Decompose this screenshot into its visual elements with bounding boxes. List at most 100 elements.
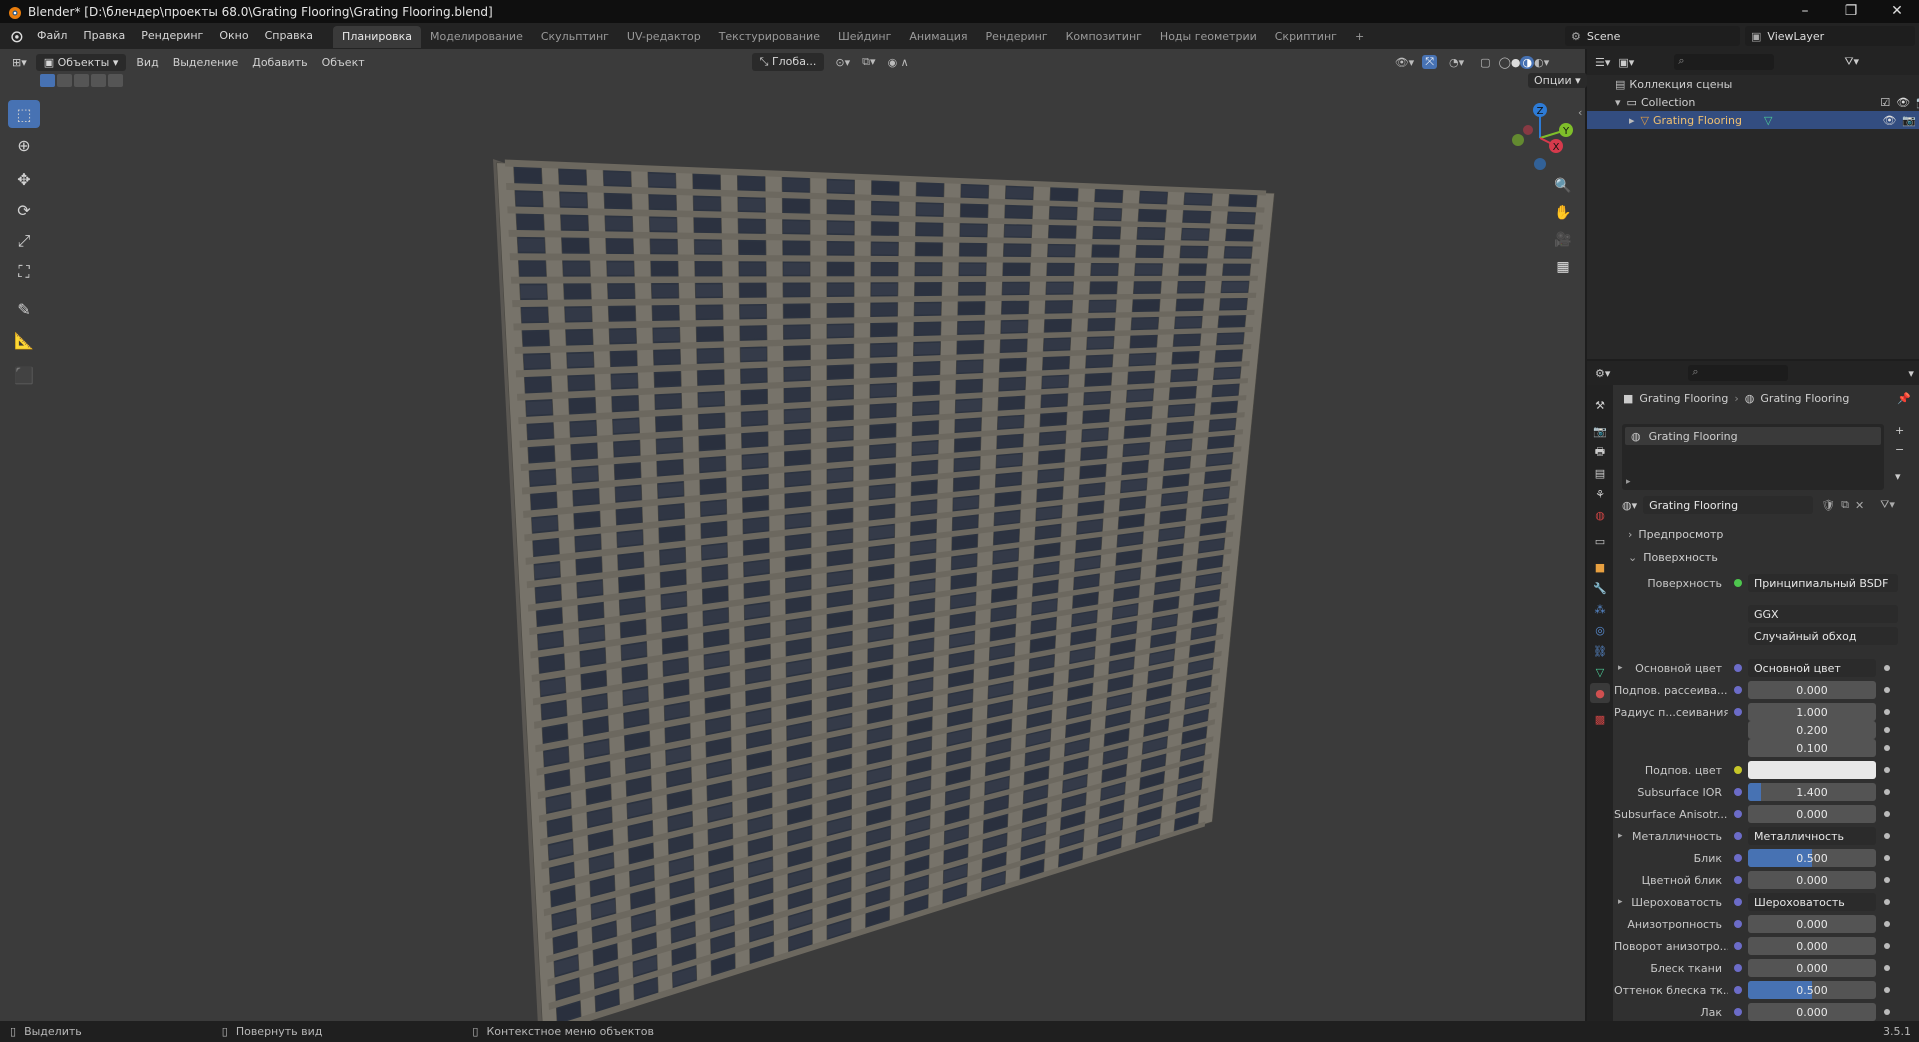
material-shading-icon[interactable]: ◑: [1520, 55, 1535, 69]
input-socket-icon[interactable]: [1734, 854, 1742, 862]
rendered-shading-icon[interactable]: ◐▾: [1534, 56, 1549, 69]
outliner-search-icon[interactable]: ⌕: [1674, 54, 1775, 70]
collection-tab-icon[interactable]: ▭: [1590, 531, 1610, 551]
snap-icon[interactable]: ⧉▾: [862, 55, 875, 69]
render-tab-icon[interactable]: 📷: [1590, 421, 1610, 441]
filter-icon[interactable]: ⛛▾: [1844, 55, 1859, 69]
linked-input-field[interactable]: Шероховатость: [1748, 893, 1876, 911]
grating-flooring-mesh[interactable]: [0, 49, 1585, 1021]
visibility-eye-icon[interactable]: 👁: [1896, 96, 1910, 109]
props-options-icon[interactable]: ▾: [1908, 367, 1914, 380]
material-name-field[interactable]: Grating Flooring: [1643, 496, 1814, 514]
cursor-tool-icon[interactable]: ⊕: [8, 131, 40, 159]
transform-orientation-dropdown[interactable]: ⤡ Глоба...: [751, 53, 825, 71]
color-swatch[interactable]: [1748, 761, 1876, 779]
proportional-edit-icon[interactable]: ◉ ∧: [888, 56, 909, 69]
value-field[interactable]: 1.000: [1748, 703, 1876, 721]
output-tab-icon[interactable]: 🖶: [1590, 442, 1610, 462]
minimize-button[interactable]: –: [1782, 0, 1828, 23]
slot-expand-icon[interactable]: ▸: [1626, 477, 1631, 487]
tab-scripting[interactable]: Скриптинг: [1266, 26, 1346, 48]
menu-edit[interactable]: Правка: [75, 23, 133, 49]
keyframe-dot-icon[interactable]: [1884, 665, 1890, 671]
expand-input-icon[interactable]: ▸: [1618, 831, 1623, 841]
props-editor-icon[interactable]: ⚙▾: [1595, 367, 1610, 380]
keyframe-dot-icon[interactable]: [1884, 687, 1890, 693]
add-cube-tool-icon[interactable]: ⬛: [8, 361, 40, 389]
menu-select[interactable]: Выделение: [166, 56, 246, 69]
value-field[interactable]: 0.000: [1748, 1003, 1876, 1021]
modifier-tab-icon[interactable]: 🔧: [1590, 578, 1610, 598]
scene-tab-icon[interactable]: ⚘: [1590, 484, 1610, 504]
menu-add[interactable]: Добавить: [245, 56, 314, 69]
value-field[interactable]: 1.400: [1748, 783, 1876, 801]
expand-input-icon[interactable]: ▸: [1618, 663, 1623, 673]
keyframe-dot-icon[interactable]: [1884, 921, 1890, 927]
select-invert-icon[interactable]: [91, 74, 106, 87]
keyframe-dot-icon[interactable]: [1884, 1009, 1890, 1015]
value-field[interactable]: 0.500: [1748, 981, 1876, 999]
distribution-dropdown[interactable]: GGX: [1748, 605, 1898, 623]
input-socket-icon[interactable]: [1734, 876, 1742, 884]
tab-animation[interactable]: Анимация: [900, 26, 976, 48]
select-subtract-icon[interactable]: [74, 74, 89, 87]
slot-menu-icon[interactable]: ▾: [1895, 470, 1904, 483]
keyframe-dot-icon[interactable]: [1884, 811, 1890, 817]
select-box-tool-icon[interactable]: ⬚: [8, 100, 40, 128]
input-socket-icon[interactable]: [1734, 920, 1742, 928]
menu-window[interactable]: Окно: [211, 23, 256, 49]
solid-shading-icon[interactable]: ●: [1511, 56, 1521, 69]
ortho-grid-icon[interactable]: ▦: [1550, 254, 1576, 280]
props-search-field[interactable]: ⌕: [1688, 365, 1789, 381]
keyframe-dot-icon[interactable]: [1884, 899, 1890, 905]
keyframe-dot-icon[interactable]: [1884, 877, 1890, 883]
menu-object[interactable]: Объект: [315, 56, 372, 69]
value-field[interactable]: 0.000: [1748, 805, 1876, 823]
add-slot-icon[interactable]: +: [1895, 424, 1904, 437]
gizmo-toggle-icon[interactable]: ⤧: [1422, 55, 1438, 69]
maximize-button[interactable]: ❐: [1828, 0, 1874, 23]
keyframe-dot-icon[interactable]: [1884, 965, 1890, 971]
tab-rendering[interactable]: Рендеринг: [977, 26, 1057, 48]
add-workspace-button[interactable]: +: [1346, 26, 1373, 48]
keyframe-dot-icon[interactable]: [1884, 987, 1890, 993]
input-socket-icon[interactable]: [1734, 810, 1742, 818]
sidebar-toggle-icon[interactable]: ‹: [1578, 106, 1582, 119]
particles-tab-icon[interactable]: ⁂: [1590, 599, 1610, 619]
value-field[interactable]: 0.000: [1748, 937, 1876, 955]
surface-panel-header[interactable]: ⌄ Поверхность: [1622, 548, 1916, 566]
scene-collection-label[interactable]: Коллекция сцены: [1629, 78, 1732, 91]
browse-material-icon[interactable]: ◍▾: [1622, 499, 1637, 512]
material-tab-icon[interactable]: ●: [1590, 683, 1610, 703]
input-socket-icon[interactable]: [1734, 1008, 1742, 1016]
measure-tool-icon[interactable]: 📐: [8, 326, 40, 354]
tab-geometry-nodes[interactable]: Ноды геометрии: [1151, 26, 1266, 48]
pivot-icon[interactable]: ⊙▾: [835, 56, 850, 69]
remove-slot-icon[interactable]: −: [1895, 443, 1904, 456]
linked-input-field[interactable]: Металличность: [1748, 827, 1876, 845]
surface-shader-field[interactable]: Принципиальный BSDF: [1748, 574, 1898, 592]
gizmo-neg-x-axis[interactable]: [1523, 125, 1533, 135]
keyframe-dot-icon[interactable]: [1884, 745, 1890, 751]
physics-tab-icon[interactable]: ◎: [1590, 620, 1610, 640]
zoom-icon[interactable]: 🔍: [1550, 173, 1576, 199]
input-socket-icon[interactable]: [1734, 708, 1742, 716]
object-eye-icon[interactable]: 👁: [1882, 114, 1896, 127]
transform-tool-icon[interactable]: ⛶: [8, 258, 40, 286]
value-field[interactable]: 0.000: [1748, 871, 1876, 889]
menu-render[interactable]: Рендеринг: [133, 23, 211, 49]
input-socket-icon[interactable]: [1734, 986, 1742, 994]
texture-tab-icon[interactable]: ▩: [1590, 709, 1610, 729]
pin-icon[interactable]: 📌: [1897, 392, 1911, 405]
tab-modeling[interactable]: Моделирование: [421, 26, 532, 48]
display-mode-icon[interactable]: ▣▾: [1618, 56, 1634, 69]
tab-uv-editing[interactable]: UV-редактор: [618, 26, 710, 48]
collection-label[interactable]: Collection: [1641, 96, 1695, 109]
menu-view[interactable]: Вид: [129, 56, 165, 69]
material-slot-item[interactable]: ◍ Grating Flooring: [1625, 427, 1881, 445]
value-field[interactable]: 0.100: [1748, 739, 1876, 757]
value-field[interactable]: 0.500: [1748, 849, 1876, 867]
tab-texture-paint[interactable]: Текстурирование: [710, 26, 829, 48]
tab-compositing[interactable]: Композитинг: [1057, 26, 1151, 48]
subsurface-method-dropdown[interactable]: Случайный обход: [1748, 627, 1898, 645]
